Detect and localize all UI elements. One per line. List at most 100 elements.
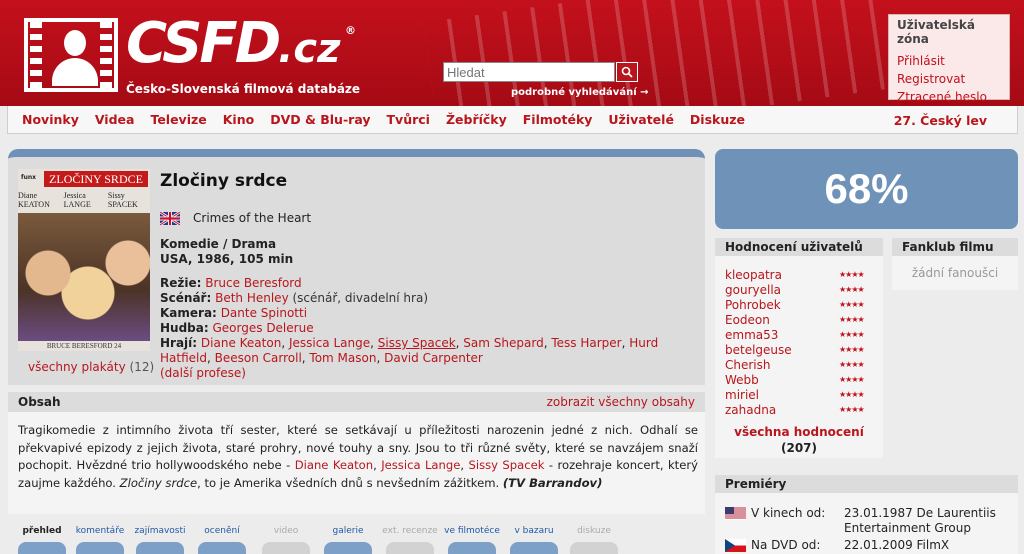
nav-item-videa[interactable]: Videa <box>95 112 135 127</box>
user-link[interactable]: Eodeon <box>725 313 770 327</box>
ratings-count: (207) <box>780 441 818 455</box>
star-rating-icon: ★★★★ <box>839 390 865 399</box>
bazaar-icon <box>510 542 558 554</box>
creator-camera: Kamera: Dante Spinotti <box>160 306 308 320</box>
user-ratings-list: kleopatra ★★★★ gouryella ★★★★ Pohrobek ★★★★… <box>715 256 883 418</box>
all-posters-link[interactable]: všechny plakáty <box>28 360 126 374</box>
user-link[interactable]: emma53 <box>725 328 778 342</box>
poster-director: BRUCE BERESFORD <box>46 342 113 350</box>
user-link[interactable]: Webb <box>725 373 759 387</box>
search-input[interactable] <box>443 62 615 82</box>
awards-icon <box>198 542 246 554</box>
login-link[interactable]: Přihlásit <box>897 52 1001 70</box>
plot-text: Tragikomedie z intimního života tří sest… <box>18 423 698 490</box>
nav-item-dvd[interactable]: DVD & Blu-ray <box>270 112 370 127</box>
user-link[interactable]: miriel <box>725 388 759 402</box>
tab-diskuze: diskuze <box>566 526 622 554</box>
director-link[interactable]: Bruce Beresford <box>205 276 301 290</box>
creator-music: Hudba: Georges Delerue <box>160 321 314 335</box>
plot-actor-link[interactable]: Sissy Spacek <box>468 458 544 472</box>
premiere-label: V kinech od: <box>751 506 826 520</box>
music-link[interactable]: Georges Delerue <box>213 321 314 335</box>
tab-komentare[interactable]: komentáře <box>72 526 128 554</box>
plot-actor-link[interactable]: Diane Keaton <box>295 458 373 472</box>
more-professions-link[interactable]: (další profese) <box>160 366 246 380</box>
film-strip-background <box>423 0 897 106</box>
site-logo[interactable]: CSFD.cz <box>126 14 340 79</box>
actor-link[interactable]: Sam Shepard <box>463 336 543 350</box>
poster-title: ZLOČINY SRDCE <box>44 171 148 187</box>
cz-flag-icon <box>725 539 746 552</box>
premieres-panel: Premiéry V kinech od: 23.01.1987 De Laur… <box>715 475 1018 554</box>
nav-item-tvurci[interactable]: Tvůrci <box>387 112 430 127</box>
nav-item-filmoteky[interactable]: Filmotéky <box>523 112 593 127</box>
tab-galerie[interactable]: galerie <box>320 526 376 554</box>
rating-value: 68% <box>824 165 909 212</box>
posters-count: (12) <box>129 360 155 374</box>
list-item: Eodeon ★★★★ <box>725 313 873 328</box>
actor-link[interactable]: David Carpenter <box>384 351 483 365</box>
show-all-plots-link[interactable]: zobrazit všechny obsahy <box>547 395 695 409</box>
tab-zajimavosti[interactable]: zajímavosti <box>132 526 188 554</box>
overview-icon <box>18 542 66 554</box>
nav-item-uzivatele[interactable]: Uživatelé <box>608 112 674 127</box>
lost-password-link[interactable]: Ztracené heslo <box>897 88 1001 106</box>
user-link[interactable]: betelgeuse <box>725 343 792 357</box>
poster-name: Jessica LANGE <box>63 191 91 209</box>
tab-bazar[interactable]: v bazaru <box>506 526 562 554</box>
register-link[interactable]: Registrovat <box>897 70 1001 88</box>
fanclub-empty: žádní fanoušci <box>911 266 999 280</box>
user-link[interactable]: Pohrobek <box>725 298 781 312</box>
uk-flag-icon <box>160 212 180 225</box>
nav-item-novinky[interactable]: Novinky <box>22 112 79 127</box>
premiere-value: 23.01.1987 De Laurentiis Entertainment G… <box>844 506 996 535</box>
list-item: gouryella ★★★★ <box>725 283 873 298</box>
trivia-icon <box>136 542 184 554</box>
film-origin: USA, 1986, 105 min <box>160 252 294 266</box>
tab-video: video <box>258 526 314 554</box>
search-button[interactable] <box>616 62 638 82</box>
advanced-search-link[interactable]: podrobné vyhledávání → <box>511 87 648 98</box>
film-poster[interactable]: funx ZLOČINY SRDCE Diane KEATON Jessica … <box>18 169 150 351</box>
user-link[interactable]: zahadna <box>725 403 776 417</box>
actor-link[interactable]: Jessica Lange <box>289 336 370 350</box>
logo-icon[interactable] <box>24 18 118 92</box>
actor-link[interactable]: Diane Keaton <box>201 336 281 350</box>
user-link[interactable]: gouryella <box>725 283 781 297</box>
nav-item-cesky-lev[interactable]: 27. Český lev <box>894 113 987 128</box>
all-ratings-link[interactable]: všechna hodnocení <box>715 425 883 439</box>
tab-oceneni[interactable]: ocenění <box>194 526 250 554</box>
list-item: Webb ★★★★ <box>725 373 873 388</box>
actor-link[interactable]: Sissy Spacek <box>378 336 456 350</box>
star-rating-icon: ★★★★ <box>839 330 865 339</box>
film-tabs: přehled komentáře zajímavosti ocenění vi… <box>14 526 714 554</box>
nav-item-diskuze[interactable]: Diskuze <box>690 112 745 127</box>
nav-item-televize[interactable]: Televize <box>150 112 206 127</box>
nav-item-zebricky[interactable]: Žebříčky <box>446 112 507 127</box>
plot-title: Obsah <box>18 395 61 409</box>
star-rating-icon: ★★★★ <box>839 405 865 414</box>
user-link[interactable]: kleopatra <box>725 268 782 282</box>
user-zone: Uživatelská zóna Přihlásit Registrovat Z… <box>888 14 1010 104</box>
list-item: Pohrobek ★★★★ <box>725 298 873 313</box>
camera-link[interactable]: Dante Spinotti <box>221 306 307 320</box>
creator-directing: Režie: Bruce Beresford <box>160 276 302 290</box>
screenwriter-link[interactable]: Beth Henley <box>215 291 289 305</box>
tab-filmoteka[interactable]: ve filmotéce <box>444 526 500 554</box>
nav-item-kino[interactable]: Kino <box>223 112 254 127</box>
gallery-icon <box>324 542 372 554</box>
list-item: betelgeuse ★★★★ <box>725 343 873 358</box>
site-header: CSFD.cz ® Česko-Slovenská filmová databá… <box>0 0 1024 106</box>
actor-link[interactable]: Tom Mason <box>309 351 376 365</box>
user-link[interactable]: Cherish <box>725 358 771 372</box>
rating-box: 68% <box>715 149 1018 229</box>
plot-actor-link[interactable]: Jessica Lange <box>381 458 460 472</box>
star-rating-icon: ★★★★ <box>839 375 865 384</box>
tab-ext-recenze: ext. recenze <box>382 526 438 554</box>
site-subtitle: Česko-Slovenská filmová databáze <box>126 82 361 96</box>
actor-link[interactable]: Beeson Carroll <box>215 351 302 365</box>
actor-link[interactable]: Tess Harper <box>551 336 621 350</box>
film-title: Zločiny srdce <box>160 171 288 191</box>
star-rating-icon: ★★★★ <box>839 315 865 324</box>
tab-prehled[interactable]: přehled <box>14 526 70 554</box>
